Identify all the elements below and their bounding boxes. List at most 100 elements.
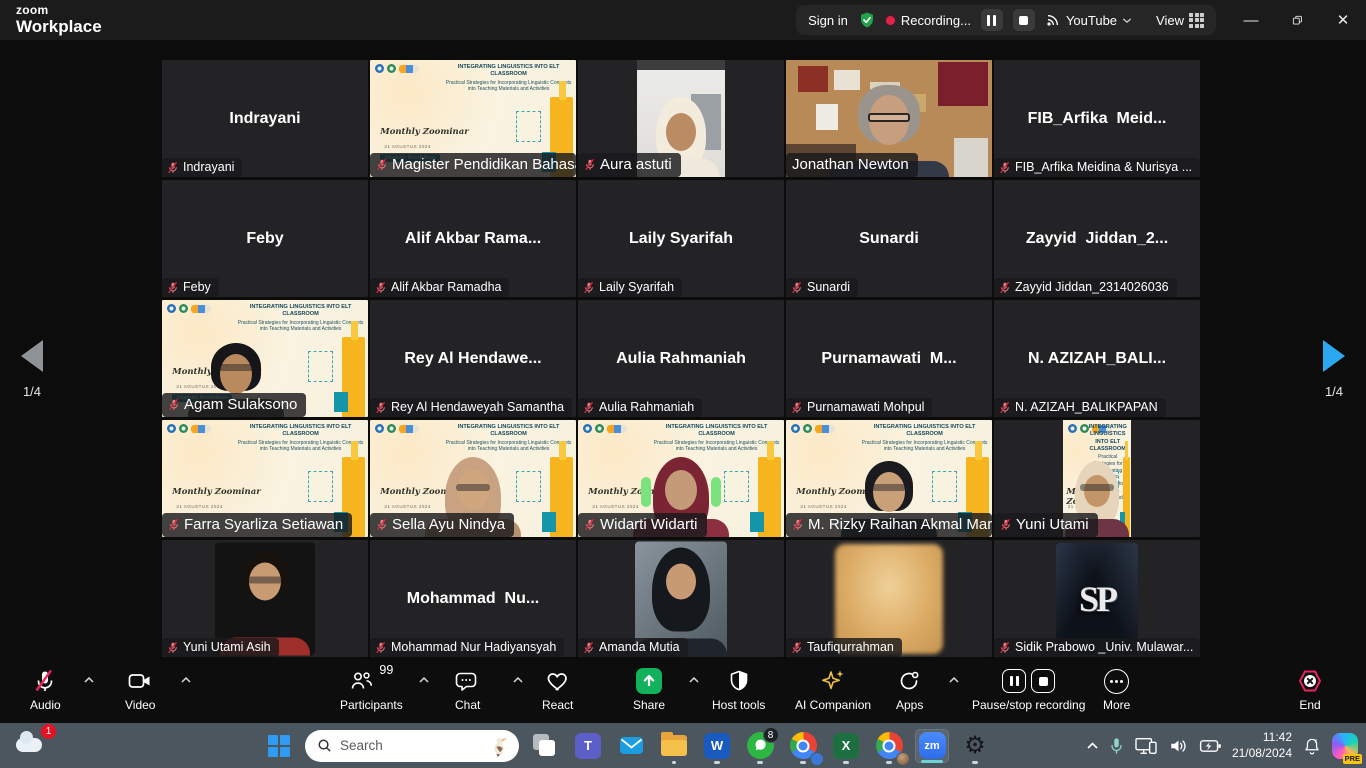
slide-title: INTEGRATING LINGUISTICS INTO ELT CLASSRO… <box>444 64 573 79</box>
zoom-app-icon[interactable]: zm <box>915 729 949 763</box>
apps-button[interactable]: Apps <box>896 668 923 712</box>
hidden-icons-chevron[interactable] <box>1086 741 1099 750</box>
participant-tile[interactable]: INTEGRATING LINGUISTICS INTO ELT CLASSRO… <box>578 420 784 537</box>
start-button[interactable] <box>262 729 296 763</box>
react-button[interactable]: React <box>542 668 573 712</box>
more-button[interactable]: More <box>1103 668 1130 712</box>
ai-companion-button[interactable]: AI Companion <box>795 668 871 712</box>
chat-options-chevron[interactable] <box>512 671 524 689</box>
participant-tile[interactable]: FIB_Arfika Meid...FIB_Arfika Meidina & N… <box>994 60 1200 177</box>
host-tools-button[interactable]: Host tools <box>712 668 765 712</box>
participant-tile[interactable]: Mohammad Nu...Mohammad Nur Hadiyansyah <box>370 540 576 657</box>
weather-widget[interactable]: 1 <box>14 728 54 762</box>
previous-page-arrow-icon[interactable] <box>21 340 43 372</box>
stop-recording-button[interactable] <box>1013 9 1035 31</box>
speaker-icon[interactable] <box>1168 737 1189 755</box>
participant-tile[interactable]: Taufiqurrahman <box>786 540 992 657</box>
audio-options-chevron[interactable] <box>83 671 95 689</box>
glasses <box>248 576 282 583</box>
minimize-button[interactable]: — <box>1228 0 1274 40</box>
participants-count: 99 <box>379 663 393 677</box>
participant-name-text: Magister Pendidikan Bahasa I... <box>392 156 576 173</box>
participant-tile[interactable]: IndrayaniIndrayani <box>162 60 368 177</box>
participant-tile[interactable]: Alif Akbar Rama...Alif Akbar Ramadha <box>370 180 576 297</box>
slide-script-text: Monthly Zoominar <box>172 487 260 497</box>
participant-tile[interactable]: INTEGRATING LINGUISTICS INTO ELT CLASSRO… <box>162 420 368 537</box>
file-explorer-icon[interactable] <box>657 729 691 763</box>
end-meeting-button[interactable]: End <box>1297 668 1323 712</box>
task-view-button[interactable] <box>528 729 562 763</box>
chat-button[interactable]: Chat <box>455 668 480 712</box>
mail-icon[interactable] <box>614 729 648 763</box>
pause-recording-icon[interactable] <box>1002 669 1026 693</box>
teams-icon[interactable]: T <box>571 729 605 763</box>
participant-name-text: Feby <box>183 280 211 294</box>
participant-tile[interactable]: Aulia RahmaniahAulia Rahmaniah <box>578 300 784 417</box>
share-options-chevron[interactable] <box>688 671 700 689</box>
stop-recording-icon[interactable] <box>1031 669 1055 693</box>
next-page-arrow-icon[interactable] <box>1323 340 1345 372</box>
notification-bell-snooze-icon[interactable]: z <box>1302 736 1322 756</box>
restore-button[interactable] <box>1274 0 1320 40</box>
participant-tile[interactable]: SunardiSunardi <box>786 180 992 297</box>
participants-button[interactable]: 99 Participants <box>340 668 403 712</box>
participant-tile[interactable]: Zayyid Jiddan_2...Zayyid Jiddan_23140260… <box>994 180 1200 297</box>
participant-tile[interactable]: Yuni Utami Asih <box>162 540 368 657</box>
meeting-security-shield-icon[interactable] <box>858 11 876 29</box>
close-button[interactable]: ✕ <box>1320 0 1366 40</box>
participants-options-chevron[interactable] <box>418 671 430 689</box>
participant-name-label: Sidik Prabowo _Univ. Mulawar... <box>994 638 1200 657</box>
participant-tile[interactable]: Aura astuti <box>578 60 784 177</box>
participant-tile[interactable]: Laily SyarifahLaily Syarifah <box>578 180 784 297</box>
whatsapp-icon[interactable]: 8 <box>743 729 777 763</box>
glasses <box>868 113 910 122</box>
muted-mic-icon <box>584 518 596 531</box>
muted-mic-icon <box>168 398 180 411</box>
video-options-chevron[interactable] <box>180 671 192 689</box>
apps-options-chevron[interactable] <box>948 671 960 689</box>
muted-mic-icon <box>791 281 803 294</box>
participant-tile[interactable]: SPSidik Prabowo _Univ. Mulawar... <box>994 540 1200 657</box>
pause-stop-recording-button[interactable]: Pause/stop recording <box>972 668 1085 712</box>
view-button[interactable]: View <box>1156 13 1204 28</box>
participant-tile[interactable]: Purnamawati M...Purnamawati Mohpul <box>786 300 992 417</box>
battery-charging-icon[interactable] <box>1199 738 1222 754</box>
video-gallery: 1/4 1/4 IndrayaniIndrayani INTEGRATING LI… <box>0 40 1366 661</box>
muted-mic-icon <box>583 641 595 654</box>
participant-tile[interactable]: INTEGRATING LINGUISTICS INTO ELT CLASSRO… <box>162 300 368 417</box>
microphone-in-use-icon[interactable] <box>1109 737 1124 755</box>
slide-logo-icon <box>167 304 176 313</box>
participant-tile[interactable]: Rey Al Hendawe...Rey Al Hendaweyah Saman… <box>370 300 576 417</box>
chrome-icon[interactable] <box>786 729 820 763</box>
sign-in-button[interactable]: Sign in <box>808 13 848 28</box>
excel-icon[interactable]: X <box>829 729 863 763</box>
copilot-icon[interactable]: PRE <box>1332 733 1358 759</box>
participant-tile[interactable]: INTEGRATING LINGUISTICS INTO ELT CLASSRO… <box>370 420 576 537</box>
muted-mic-icon <box>583 281 595 294</box>
participant-tile[interactable]: Jonathan Newton <box>786 60 992 177</box>
participant-tile[interactable]: INTEGRATING LINGUISTICS INTO ELT CLASSRO… <box>370 60 576 177</box>
participant-name-text: Sidik Prabowo _Univ. Mulawar... <box>1015 640 1193 654</box>
participant-tile[interactable]: FebyFeby <box>162 180 368 297</box>
chrome-profile2-icon[interactable] <box>872 729 906 763</box>
word-icon[interactable]: W <box>700 729 734 763</box>
meeting-toolbar: Audio Video 99 Participants Chat React <box>0 661 1366 723</box>
gallery-next-page[interactable]: 1/4 <box>1304 340 1364 399</box>
video-button[interactable]: Video <box>125 668 155 712</box>
share-screen-button[interactable]: Share <box>633 668 665 712</box>
live-stream-control[interactable]: YouTube <box>1045 12 1132 28</box>
audio-button[interactable]: Audio <box>30 668 61 712</box>
cast-display-icon[interactable] <box>1134 736 1158 756</box>
participant-name-text: Indrayani <box>183 160 234 174</box>
participant-name-text: FIB_Arfika Meidina & Nurisya ... <box>1015 160 1192 174</box>
participant-tile[interactable]: N. AZIZAH_BALI...N. AZIZAH_BALIKPAPAN <box>994 300 1200 417</box>
participant-tile[interactable]: Amanda Mutia <box>578 540 784 657</box>
pause-recording-button[interactable] <box>981 9 1003 31</box>
taskbar-search[interactable]: Search <box>305 730 519 762</box>
gallery-prev-page[interactable]: 1/4 <box>2 340 62 399</box>
participant-tile[interactable]: INTEGRATING LINGUISTICS INTO ELT CLASSRO… <box>994 420 1200 537</box>
taskbar-clock[interactable]: 11:42 21/08/2024 <box>1232 730 1292 761</box>
participant-tile[interactable]: INTEGRATING LINGUISTICS INTO ELT CLASSRO… <box>786 420 992 537</box>
muted-mic-icon <box>167 161 179 174</box>
settings-gear-icon[interactable]: ⚙ <box>958 729 992 763</box>
